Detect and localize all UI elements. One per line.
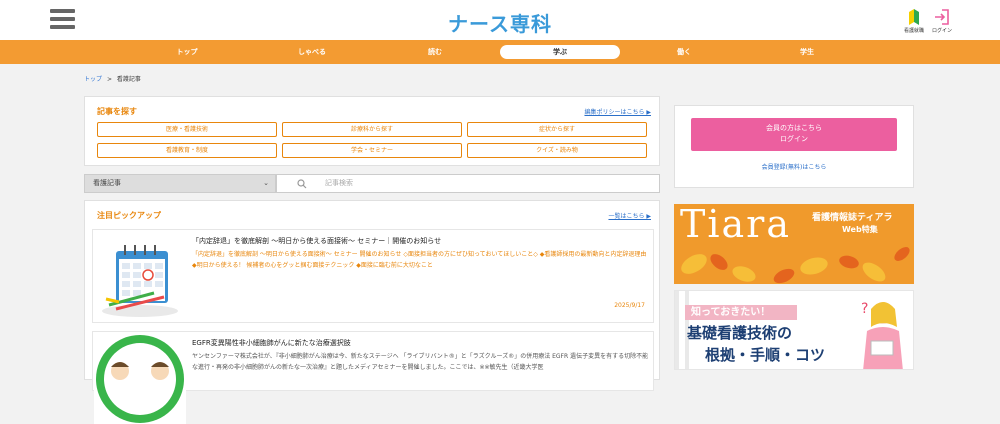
breadcrumb-home[interactable]: トップ	[84, 76, 102, 83]
nursing-skills-banner[interactable]: ? 知っておきたい！ 基礎看護技術の 根拠・手順・コツ	[674, 290, 914, 370]
skills-tagline: 知っておきたい！	[685, 305, 797, 320]
site-header: ナース専科 看護就職 ログイン	[0, 0, 1000, 40]
site-logo[interactable]: ナース専科	[0, 8, 1000, 37]
tiara-brand: Tiara	[680, 204, 791, 246]
nav-item-learn[interactable]: 学ぶ	[500, 45, 620, 59]
article-title: 「内定辞退」を徹底解剖 ～明日から使える面接術～ セミナー｜開催のお知らせ	[192, 237, 442, 245]
nav-item-talk[interactable]: しゃべる	[252, 45, 372, 59]
pickup-title: 注目ピックアップ	[97, 211, 161, 220]
skills-title-line1: 基礎看護技術の	[687, 324, 793, 342]
tiara-banner[interactable]: Tiara 看護情報誌ティアラ Web特集	[674, 204, 914, 284]
category-quiz[interactable]: クイズ・読み物	[467, 143, 647, 158]
register-link[interactable]: 会員登録(無料)はこちら	[675, 162, 913, 171]
skills-title-line2: 根拠・手順・コツ	[705, 346, 826, 364]
member-login-button[interactable]: 会員の方はこちら ログイン	[691, 118, 897, 151]
search-icon	[297, 179, 307, 196]
article-title: EGFR変異陽性非小細胞肺がんに新たな治療選択肢	[192, 339, 351, 347]
calendar-illustration	[94, 231, 186, 322]
category-seminar[interactable]: 学会・セミナー	[282, 143, 462, 158]
tiara-subtitle: Web特集	[842, 225, 878, 234]
article-card[interactable]: EGFR変異陽性非小細胞肺がんに新たな治療選択肢 ヤンセンファーマ株式会社が、『…	[92, 331, 654, 424]
category-symptom[interactable]: 症状から探す	[467, 122, 647, 137]
pickup-panel: 注目ピックアップ 一覧はこちら ▶ 「内定辞退」を徹底解剖 ～明日から使える面接…	[84, 200, 660, 424]
article-type-select[interactable]: 看護記事 ⌄	[84, 174, 276, 193]
list-link[interactable]: 一覧はこちら ▶	[608, 211, 651, 220]
category-medical-tech[interactable]: 医療・看護技術	[97, 122, 277, 137]
svg-text:?: ?	[861, 301, 868, 317]
beginner-mark-icon	[902, 8, 926, 26]
breadcrumb: トップ > 看護記事	[84, 74, 141, 83]
main-nav: トップ しゃべる 読む 学ぶ 働く 学生	[0, 40, 1000, 64]
chevron-down-icon: ⌄	[263, 179, 269, 187]
login-button[interactable]: ログイン	[930, 8, 954, 34]
search-input[interactable]: 記事検索	[276, 174, 660, 193]
member-login-label: 会員の方はこちら	[766, 124, 822, 132]
breadcrumb-separator: >	[106, 76, 112, 83]
category-department[interactable]: 診療科から探す	[282, 122, 462, 137]
nav-item-read[interactable]: 読む	[375, 45, 495, 59]
panel-title: 記事を探す	[97, 107, 137, 116]
nav-item-student[interactable]: 学生	[747, 45, 867, 59]
member-login-sublabel: ログイン	[780, 135, 808, 143]
breadcrumb-current: 看護記事	[116, 76, 141, 83]
select-value: 看護記事	[93, 179, 121, 187]
article-search-panel: 記事を探す 編集ポリシーはこちら ▶ 医療・看護技術 診療科から探す 症状から探…	[84, 96, 660, 166]
beginner-button[interactable]: 看護就職	[902, 8, 926, 34]
article-date: 2025/9/17	[614, 302, 645, 309]
policy-link[interactable]: 編集ポリシーはこちら ▶	[584, 107, 651, 116]
category-education[interactable]: 看護教育・制度	[97, 143, 277, 158]
login-icon	[930, 8, 954, 26]
nav-item-top[interactable]: トップ	[127, 45, 247, 59]
tiara-title: 看護情報誌ティアラ	[812, 213, 893, 223]
nav-item-work[interactable]: 働く	[624, 45, 744, 59]
article-excerpt: 「内定辞退」を徹底解剖 ～明日から使える面接術～ セミナー 開催のお知らせ ◇面…	[192, 251, 647, 269]
article-thumbnail	[94, 333, 186, 424]
member-panel: 会員の方はこちら ログイン 会員登録(無料)はこちら	[674, 105, 914, 188]
article-card[interactable]: 「内定辞退」を徹底解剖 ～明日から使える面接術～ セミナー｜開催のお知らせ 「内…	[92, 229, 654, 323]
search-placeholder: 記事検索	[325, 179, 353, 187]
